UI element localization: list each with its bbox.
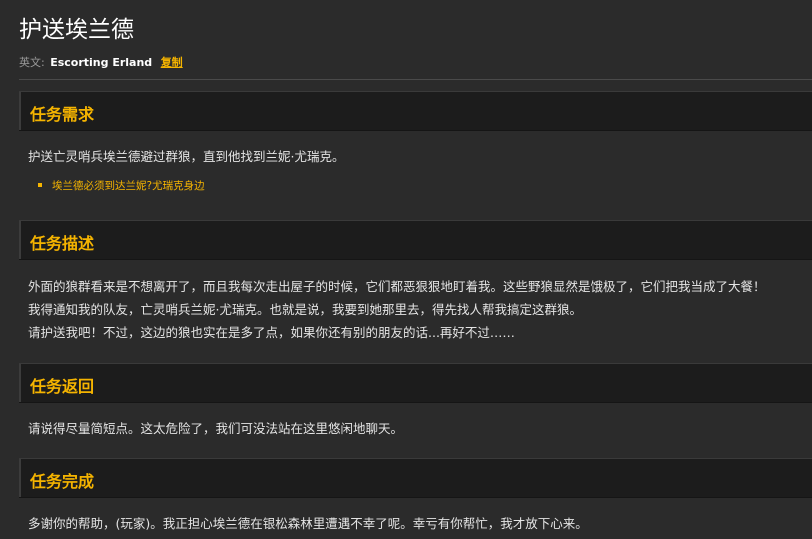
section-header-progress: 任务返回 [19, 363, 812, 403]
bullet-icon [38, 183, 42, 187]
english-label: 英文: [19, 56, 45, 69]
english-name-row: 英文: Escorting Erland 复制 [19, 54, 183, 70]
description-line-3: 请护送我吧！不过，这边的狼也实在是多了点，如果你还有别的朋友的话...再好不过…… [28, 325, 515, 340]
section-title-completion: 任务完成 [30, 472, 95, 491]
description-line-1: 外面的狼群看来是不想离开了，而且我每次走出屋子的时候，它们都恶狠狠地盯着我。这些… [28, 279, 766, 294]
section-header-description: 任务描述 [19, 220, 812, 260]
page-title: 护送埃兰德 [19, 17, 134, 43]
section-title-requirements: 任务需求 [30, 105, 95, 124]
english-name: Escorting Erland [50, 56, 153, 69]
objective-text: 埃兰德必须到达兰妮?尤瑞克身边 [52, 180, 205, 192]
section-header-requirements: 任务需求 [19, 91, 812, 131]
copy-link[interactable]: 复制 [161, 56, 183, 69]
completion-text: 多谢你的帮助，(玩家)。我正担心埃兰德在银松森林里遭遇不幸了呢。幸亏有你帮忙，我… [28, 516, 588, 531]
objective-list-item: 埃兰德必须到达兰妮?尤瑞克身边 [38, 178, 205, 193]
section-title-progress: 任务返回 [30, 377, 95, 396]
progress-text: 请说得尽量简短点。这太危险了，我们可没法站在这里悠闲地聊天。 [28, 421, 404, 436]
requirements-text: 护送亡灵哨兵埃兰德避过群狼，直到他找到兰妮·尤瑞克。 [28, 149, 345, 164]
description-line-2: 我得通知我的队友，亡灵哨兵兰妮·尤瑞克。也就是说，我要到她那里去，得先找人帮我搞… [28, 302, 582, 317]
section-title-description: 任务描述 [30, 234, 95, 253]
section-header-completion: 任务完成 [19, 458, 812, 498]
title-divider [19, 79, 812, 80]
